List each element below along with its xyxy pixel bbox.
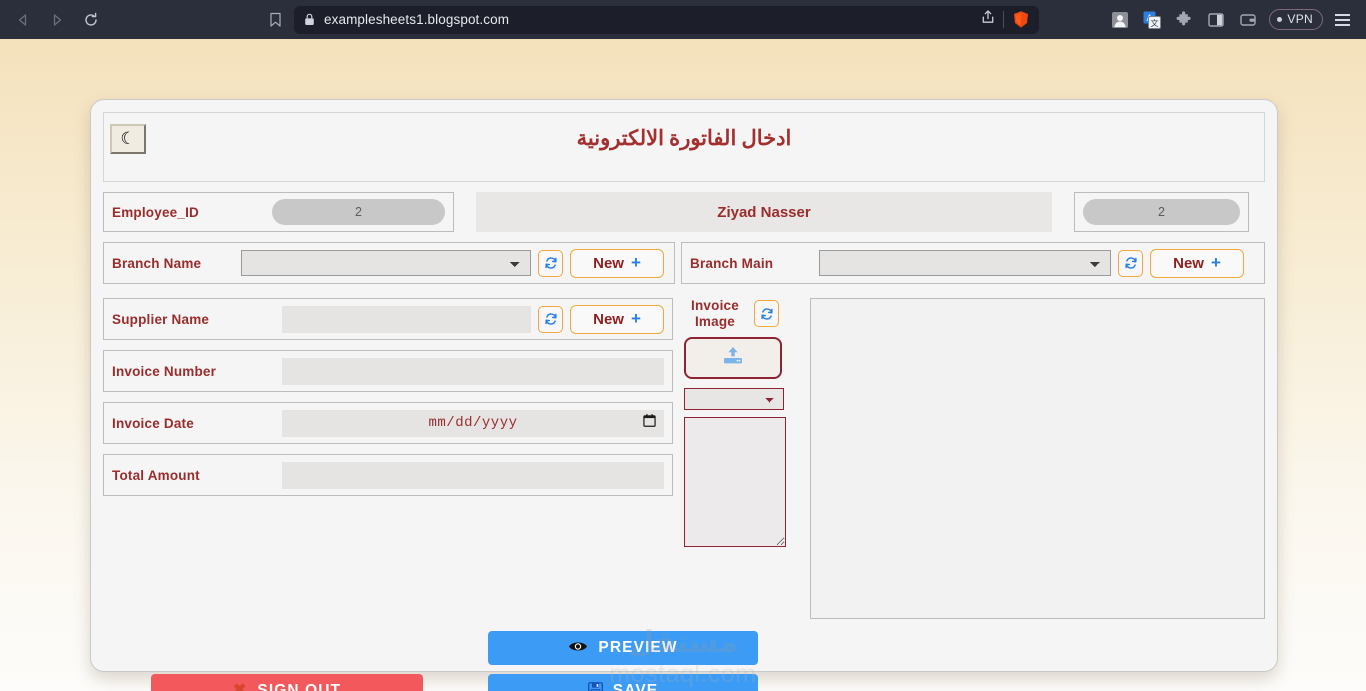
forward-arrow-icon[interactable] — [40, 5, 74, 35]
action-buttons: PREVIEW SAVE ✖ SIGN OUT — [103, 631, 1265, 691]
supplier-new-label: New — [593, 311, 624, 328]
employee-name-display: Ziyad Nasser — [476, 192, 1052, 232]
employee-id-field: Employee_ID 2 — [103, 192, 454, 232]
employee-id-value: 2 — [272, 199, 445, 225]
browser-toolbar: examplesheets1.blogspot.com A文 — [0, 0, 1366, 39]
invoice-image-label-line2: Image — [695, 314, 735, 329]
supplier-refresh-icon[interactable] — [538, 306, 563, 333]
invoice-number-label: Invoice Number — [112, 364, 275, 379]
eye-icon — [568, 640, 588, 656]
save-button-label: SAVE — [613, 682, 658, 691]
invoice-image-header: Invoice Image — [684, 298, 800, 329]
extensions-puzzle-icon[interactable] — [1173, 9, 1195, 31]
sign-out-button-label: SIGN OUT — [257, 682, 341, 691]
header-divider-strip — [103, 164, 1265, 182]
form-column: Supplier Name New + Invoice Number Invo — [103, 298, 673, 619]
branch-name-new-label: New — [593, 255, 624, 272]
toolbar-divider — [1003, 11, 1004, 28]
plus-icon: + — [1211, 253, 1221, 273]
total-amount-input[interactable] — [282, 462, 664, 489]
invoice-image-notes-textarea[interactable] — [684, 417, 786, 547]
invoice-image-upload-button[interactable] — [684, 337, 782, 379]
browser-toolbar-right: A文 VPN — [1109, 9, 1360, 31]
invoice-image-label-line1: Invoice — [691, 298, 739, 313]
branch-main-new-label: New — [1173, 255, 1204, 272]
invoice-entry-card: ☾ ادخال الفاتورة الالكترونية Employee_ID… — [90, 99, 1278, 672]
wallet-icon[interactable] — [1237, 9, 1259, 31]
invoice-image-refresh-icon[interactable] — [754, 300, 779, 327]
invoice-preview-panel[interactable] — [810, 298, 1265, 619]
upload-icon — [720, 345, 746, 372]
supplier-name-row: Supplier Name New + — [103, 298, 673, 340]
back-arrow-icon[interactable] — [6, 5, 40, 35]
branch-name-refresh-icon[interactable] — [538, 250, 563, 277]
brave-shield-icon[interactable] — [1011, 10, 1031, 30]
invoice-image-label: Invoice Image — [684, 298, 746, 329]
branch-name-group: Branch Name New + — [103, 242, 675, 284]
url-text: examplesheets1.blogspot.com — [324, 12, 509, 27]
branch-main-group: Branch Main New + — [681, 242, 1265, 284]
sidebar-panel-icon[interactable] — [1205, 9, 1227, 31]
invoice-preview-column — [810, 298, 1265, 619]
vpn-status-dot — [1277, 17, 1282, 22]
supplier-name-input[interactable] — [282, 306, 531, 333]
profile-icon[interactable] — [1109, 9, 1131, 31]
invoice-date-input[interactable]: mm/dd/yyyy — [282, 410, 664, 437]
employee-id-label: Employee_ID — [112, 205, 272, 220]
share-icon[interactable] — [980, 9, 996, 30]
branch-name-select[interactable] — [241, 250, 531, 276]
invoice-number-row: Invoice Number — [103, 350, 673, 392]
preview-button-label: PREVIEW — [598, 639, 677, 657]
page-canvas: ☾ ادخال الفاتورة الالكترونية Employee_ID… — [0, 39, 1366, 691]
invoice-date-placeholder: mm/dd/yyyy — [428, 415, 517, 431]
vpn-label: VPN — [1287, 12, 1313, 26]
preview-button[interactable]: PREVIEW — [488, 631, 758, 665]
invoice-image-select[interactable] — [684, 388, 784, 410]
form-body: Supplier Name New + Invoice Number Invo — [103, 298, 1265, 619]
floppy-disk-icon — [588, 682, 603, 691]
invoice-date-row: Invoice Date mm/dd/yyyy — [103, 402, 673, 444]
branch-name-label: Branch Name — [112, 256, 234, 271]
branch-main-new-button[interactable]: New + — [1150, 249, 1244, 278]
address-bar[interactable]: examplesheets1.blogspot.com — [294, 6, 1039, 34]
save-button[interactable]: SAVE — [488, 674, 758, 691]
employee-number-field: 2 — [1074, 192, 1249, 232]
employee-number-value: 2 — [1083, 199, 1240, 225]
sign-out-button[interactable]: ✖ SIGN OUT — [151, 674, 423, 691]
invoice-date-label: Invoice Date — [112, 416, 275, 431]
plus-icon: + — [631, 309, 641, 329]
bookmark-icon[interactable] — [258, 5, 292, 35]
total-amount-row: Total Amount — [103, 454, 673, 496]
plus-icon: + — [631, 253, 641, 273]
lock-icon — [304, 13, 315, 26]
branch-row: Branch Name New + Branch Main — [103, 242, 1265, 284]
hamburger-menu-icon[interactable] — [1333, 14, 1352, 26]
branch-main-label: Branch Main — [690, 256, 812, 271]
supplier-name-label: Supplier Name — [112, 312, 275, 327]
employee-row: Employee_ID 2 Ziyad Nasser 2 — [103, 192, 1265, 232]
branch-main-select[interactable] — [819, 250, 1111, 276]
branch-main-refresh-icon[interactable] — [1118, 250, 1143, 277]
vpn-toggle[interactable]: VPN — [1269, 9, 1323, 30]
invoice-number-input[interactable] — [282, 358, 664, 385]
invoice-image-column: Invoice Image — [684, 298, 800, 619]
svg-text:文: 文 — [1151, 18, 1159, 28]
page-title: ادخال الفاتورة الالكترونية — [104, 126, 1264, 151]
close-icon: ✖ — [233, 683, 248, 691]
calendar-icon[interactable] — [643, 414, 656, 433]
card-header: ☾ ادخال الفاتورة الالكترونية — [103, 112, 1265, 164]
reload-icon[interactable] — [74, 5, 108, 35]
total-amount-label: Total Amount — [112, 468, 275, 483]
translate-icon[interactable]: A文 — [1141, 9, 1163, 31]
branch-name-new-button[interactable]: New + — [570, 249, 664, 278]
supplier-new-button[interactable]: New + — [570, 305, 664, 334]
